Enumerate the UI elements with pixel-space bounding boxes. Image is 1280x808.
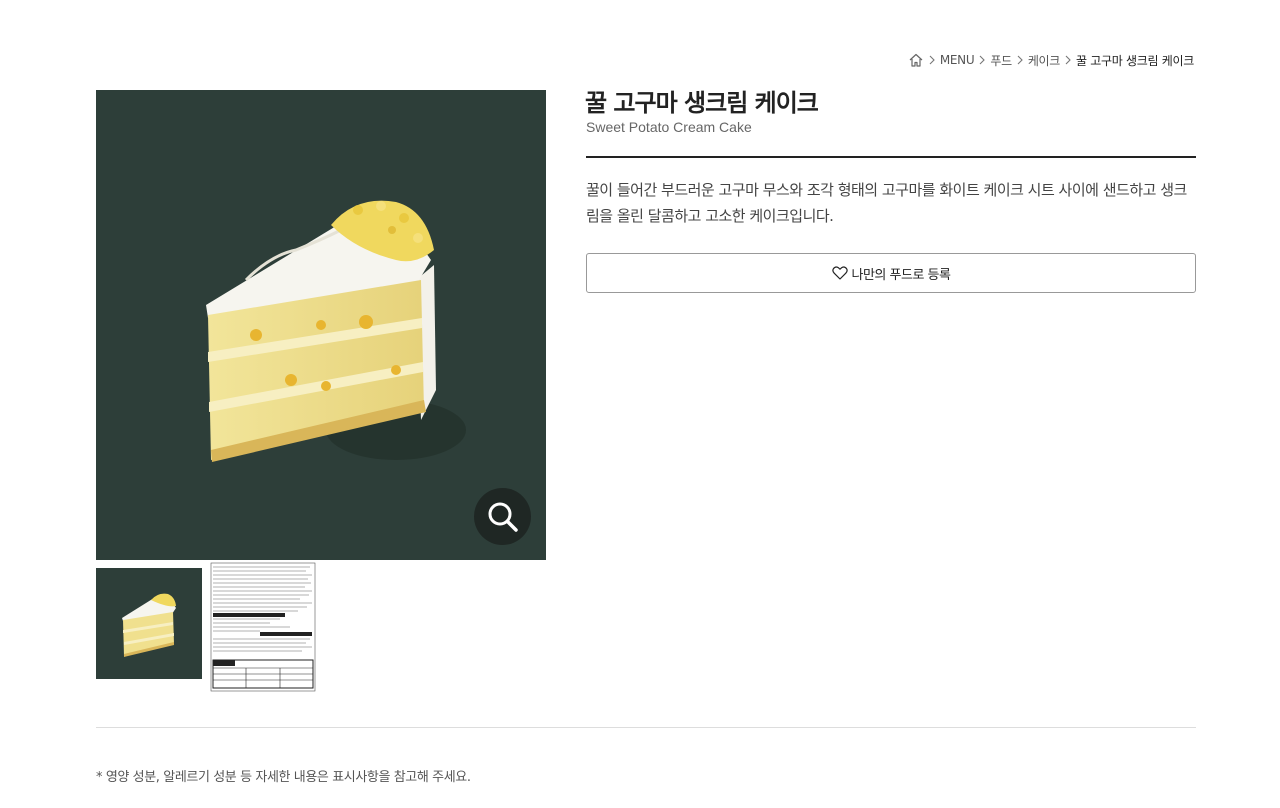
home-icon[interactable] — [908, 52, 924, 68]
chevron-right-icon — [978, 55, 986, 65]
nutrition-label-image — [210, 562, 316, 692]
product-main-image — [96, 90, 546, 560]
breadcrumb: MENU 푸드 케이크 꿀 고구마 생크림 케이크 — [908, 50, 1194, 70]
chevron-right-icon — [1064, 55, 1072, 65]
thumbnail-cake-photo[interactable] — [96, 568, 202, 679]
product-description: 꿀이 들어간 부드러운 고구마 무스와 조각 형태의 고구마를 화이트 케이크 … — [586, 181, 1187, 225]
cake-thumbnail-image — [122, 593, 176, 657]
thumbnail-nutrition-label[interactable] — [210, 562, 316, 692]
magnifier-icon — [488, 502, 518, 532]
nutrition-notice: * 영양 성분, 알레르기 성분 등 자세한 내용은 표시사항을 참고해 주세요… — [96, 770, 471, 785]
breadcrumb-cake[interactable]: 케이크 — [1028, 52, 1061, 69]
breadcrumb-current: 꿀 고구마 생크림 케이크 — [1076, 53, 1194, 68]
chevron-right-icon — [928, 55, 936, 65]
product-detail-page: MENU 푸드 케이크 꿀 고구마 생크림 케이크 꿀 고구마 생크림 케이크 … — [0, 0, 1280, 808]
product-title: 꿀 고구마 생크림 케이크 — [585, 89, 819, 117]
heart-icon — [831, 266, 848, 280]
chevron-right-icon — [1016, 55, 1024, 65]
section-divider — [96, 727, 1196, 728]
zoom-button[interactable] — [474, 488, 531, 545]
add-to-my-food-button[interactable]: 나만의 푸드로 등록 — [586, 253, 1196, 293]
cake-illustration — [206, 200, 466, 462]
title-divider — [586, 156, 1196, 158]
breadcrumb-food[interactable]: 푸드 — [990, 52, 1012, 69]
product-english-name: Sweet Potato Cream Cake — [586, 119, 752, 135]
add-to-my-food-label: 나만의 푸드로 등록 — [851, 267, 951, 283]
breadcrumb-menu[interactable]: MENU — [940, 53, 975, 67]
